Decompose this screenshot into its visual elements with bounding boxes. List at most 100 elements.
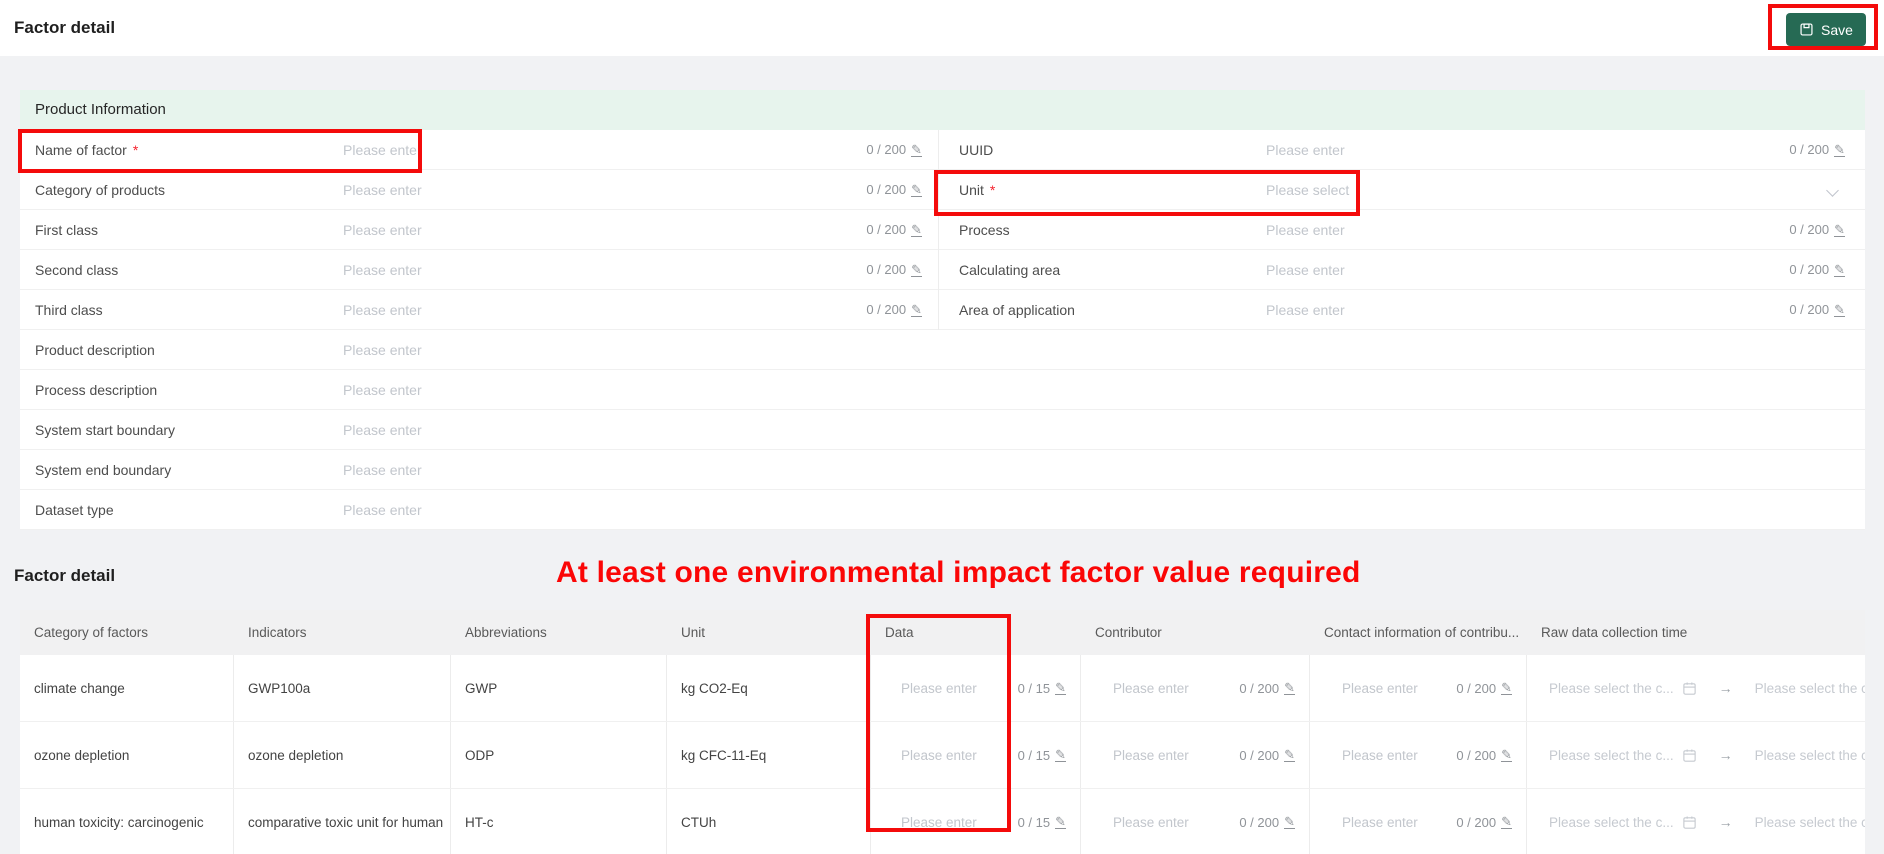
cell-data: Please enter 0 / 15 ✎: [871, 722, 1081, 788]
save-button-label: Save: [1821, 21, 1853, 38]
field-label: Dataset type: [35, 502, 114, 518]
edit-pencil-icon[interactable]: ✎: [911, 303, 922, 318]
edit-pencil-icon[interactable]: ✎: [1501, 681, 1512, 696]
calendar-icon: [1682, 682, 1696, 695]
field-row-system-start-boundary: System start boundary Please enter: [20, 410, 1865, 450]
system-end-boundary-input[interactable]: Please enter: [343, 450, 422, 490]
date-end-picker[interactable]: Please select the c...: [1755, 815, 1865, 830]
field-row-uuid: UUID Please enter 0 / 200 ✎: [939, 130, 1865, 170]
edit-pencil-icon[interactable]: ✎: [1284, 681, 1295, 696]
field-row-process-description: Process description Please enter: [20, 370, 1865, 410]
edit-pencil-icon[interactable]: ✎: [1834, 223, 1845, 238]
field-row-process: Process Please enter 0 / 200 ✎: [939, 210, 1865, 250]
char-counter: 0 / 200: [1456, 814, 1497, 830]
system-start-boundary-input[interactable]: Please enter: [343, 410, 422, 450]
annotation-box-save: Save: [1768, 4, 1878, 50]
cell-indicator: GWP100a: [234, 655, 451, 721]
cell-category: climate change: [20, 655, 234, 721]
cell-contributor: Please enter 0 / 200 ✎: [1081, 655, 1310, 721]
char-counter: 0 / 15: [1017, 680, 1051, 696]
uuid-input[interactable]: Please enter: [1266, 130, 1345, 170]
data-value-input[interactable]: Please enter: [901, 681, 977, 696]
edit-pencil-icon[interactable]: ✎: [1501, 815, 1512, 830]
cell-indicator: comparative toxic unit for human: [234, 789, 451, 854]
date-start-picker[interactable]: Please select the c...: [1549, 748, 1697, 763]
calculating-area-input[interactable]: Please enter: [1266, 250, 1345, 290]
field-label: Second class: [35, 262, 119, 278]
field-row-system-end-boundary: System end boundary Please enter: [20, 450, 1865, 490]
date-start-picker[interactable]: Please select the c...: [1549, 815, 1697, 830]
cell-abbreviation: HT-c: [451, 789, 667, 854]
required-asterisk: *: [132, 142, 139, 158]
cell-contact: Please enter 0 / 200 ✎: [1310, 789, 1527, 854]
contact-input[interactable]: Please enter: [1342, 815, 1418, 830]
edit-pencil-icon[interactable]: ✎: [911, 183, 922, 198]
third-class-input[interactable]: Please enter: [343, 290, 422, 330]
field-row-calculating-area: Calculating area Please enter 0 / 200 ✎: [939, 250, 1865, 290]
process-description-input[interactable]: Please enter: [343, 370, 422, 410]
contact-input[interactable]: Please enter: [1342, 681, 1418, 696]
contributor-input[interactable]: Please enter: [1113, 681, 1189, 696]
date-start-picker[interactable]: Please select the c...: [1549, 681, 1697, 696]
column-header-contributor: Contributor: [1095, 625, 1162, 640]
date-end-picker[interactable]: Please select the c...: [1755, 748, 1865, 763]
cell-raw-collection-time: Please select the c... → Please select t…: [1527, 655, 1865, 721]
product-information-section: Product Information Name of factor * Plea…: [20, 90, 1865, 530]
field-label: Name of factor: [35, 142, 127, 158]
cell-contact: Please enter 0 / 200 ✎: [1310, 655, 1527, 721]
field-row-name-of-factor: Name of factor * Please enter 0 / 200 ✎: [20, 130, 938, 170]
char-counter: 0 / 200: [866, 142, 907, 157]
second-class-input[interactable]: Please enter: [343, 250, 422, 290]
calendar-icon: [1682, 749, 1696, 762]
edit-pencil-icon[interactable]: ✎: [1055, 681, 1066, 696]
edit-pencil-icon[interactable]: ✎: [1834, 303, 1845, 318]
edit-pencil-icon[interactable]: ✎: [1055, 748, 1066, 763]
cell-raw-collection-time: Please select the c... → Please select t…: [1527, 789, 1865, 854]
process-input[interactable]: Please enter: [1266, 210, 1345, 250]
page-title: Factor detail: [14, 18, 116, 37]
contact-input[interactable]: Please enter: [1342, 748, 1418, 763]
cell-category: ozone depletion: [20, 722, 234, 788]
char-counter: 0 / 200: [1789, 142, 1830, 157]
data-value-input[interactable]: Please enter: [901, 748, 977, 763]
category-of-products-input[interactable]: Please enter: [343, 170, 422, 210]
table-row: climate change GWP100a GWP kg CO2-Eq Ple…: [20, 655, 1865, 722]
edit-pencil-icon[interactable]: ✎: [1834, 143, 1845, 158]
field-label: System end boundary: [35, 462, 172, 478]
char-counter: 0 / 200: [866, 222, 907, 237]
edit-pencil-icon[interactable]: ✎: [911, 223, 922, 238]
table-row: human toxicity: carcinogenic comparative…: [20, 789, 1865, 854]
cell-indicator: ozone depletion: [234, 722, 451, 788]
unit-select[interactable]: Please select: [1266, 170, 1349, 210]
product-description-input[interactable]: Please enter: [343, 330, 422, 370]
contributor-input[interactable]: Please enter: [1113, 815, 1189, 830]
data-value-input[interactable]: Please enter: [901, 815, 977, 830]
date-end-picker[interactable]: Please select the c...: [1755, 681, 1865, 696]
edit-pencil-icon[interactable]: ✎: [911, 263, 922, 278]
save-button[interactable]: Save: [1786, 13, 1866, 46]
cell-raw-collection-time: Please select the c... → Please select t…: [1527, 722, 1865, 788]
chevron-down-icon[interactable]: [1826, 184, 1839, 197]
area-of-application-input[interactable]: Please enter: [1266, 290, 1345, 330]
first-class-input[interactable]: Please enter: [343, 210, 422, 250]
date-range-arrow-icon: →: [1718, 680, 1733, 696]
name-of-factor-input[interactable]: Please enter: [343, 130, 422, 170]
contributor-input[interactable]: Please enter: [1113, 748, 1189, 763]
cell-contributor: Please enter 0 / 200 ✎: [1081, 789, 1310, 854]
edit-pencil-icon[interactable]: ✎: [1284, 748, 1295, 763]
cell-unit: kg CFC-11-Eq: [667, 722, 871, 788]
edit-pencil-icon[interactable]: ✎: [1055, 815, 1066, 830]
edit-pencil-icon[interactable]: ✎: [911, 143, 922, 158]
char-counter: 0 / 200: [1239, 680, 1280, 696]
date-range-arrow-icon: →: [1718, 747, 1733, 763]
dataset-type-input[interactable]: Please enter: [343, 490, 422, 530]
field-row-area-of-application: Area of application Please enter 0 / 200…: [939, 290, 1865, 330]
edit-pencil-icon[interactable]: ✎: [1501, 748, 1512, 763]
factor-detail-table: Category of factors Indicators Abbreviat…: [20, 610, 1865, 854]
cell-contact: Please enter 0 / 200 ✎: [1310, 722, 1527, 788]
edit-pencil-icon[interactable]: ✎: [1834, 263, 1845, 278]
char-counter: 0 / 200: [866, 182, 907, 197]
char-counter: 0 / 200: [1789, 302, 1830, 317]
field-row-product-description: Product description Please enter: [20, 330, 1865, 370]
edit-pencil-icon[interactable]: ✎: [1284, 815, 1295, 830]
